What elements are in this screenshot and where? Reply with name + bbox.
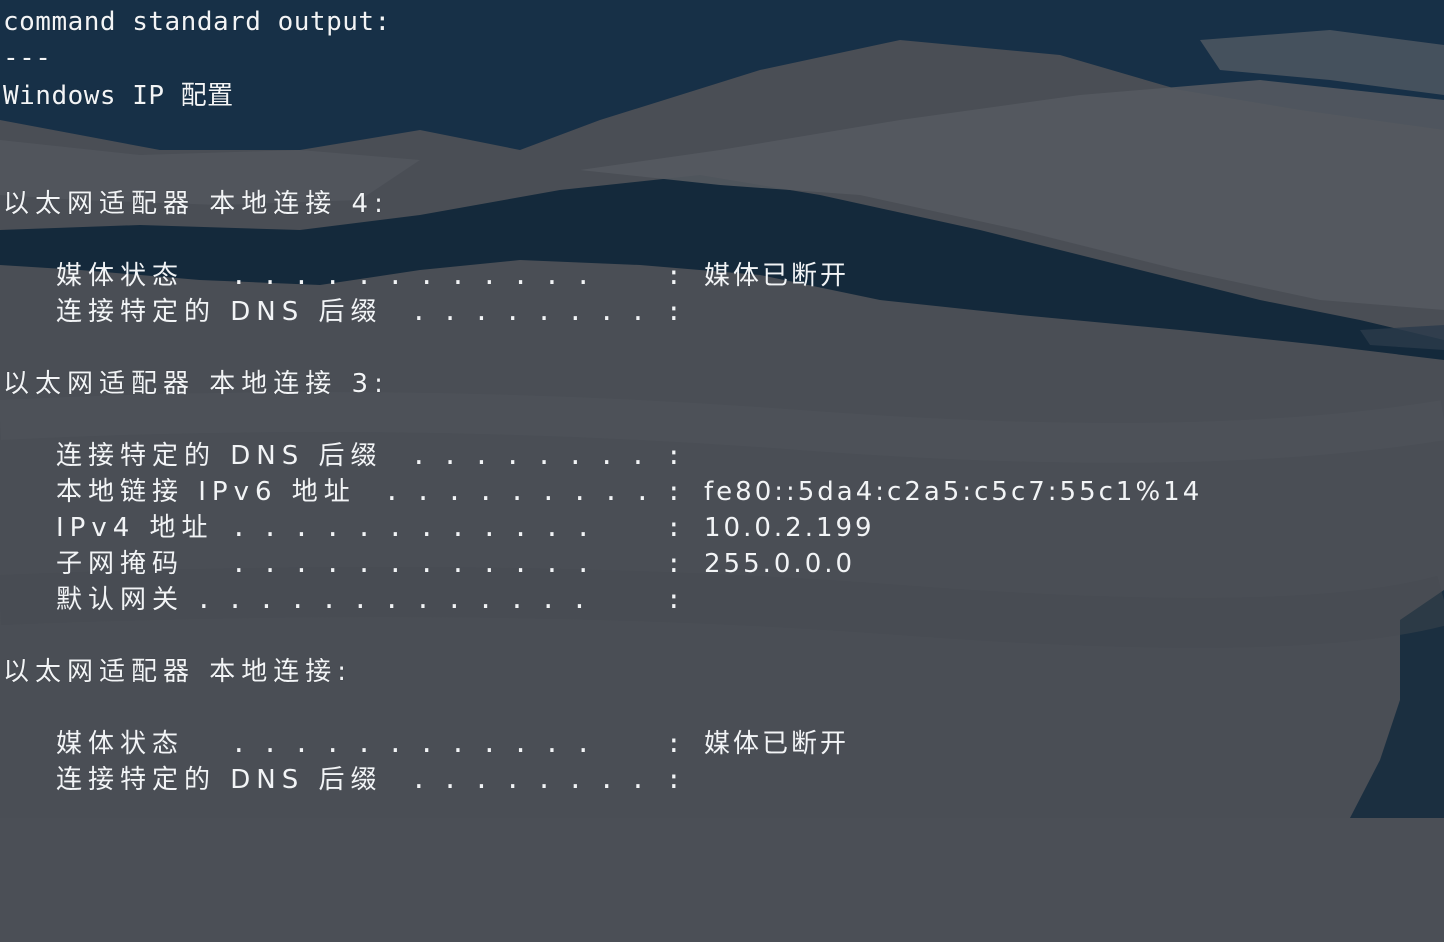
- adapter4-dns-suffix-row: 连接特定的 DNS 后缀 . . . . . . . . :: [56, 294, 682, 330]
- dot-leader: . . . . . . . .: [411, 441, 646, 471]
- dot-leader: . . . . . . . . .: [384, 477, 651, 507]
- colon-separator: :: [666, 477, 682, 507]
- dns-suffix-label: 连接特定的 DNS 后缀: [56, 765, 383, 795]
- dot-leader: . . . . . . . . . . . . .: [196, 585, 588, 615]
- dot-leader: . . . . . . . . . . . .: [231, 549, 592, 579]
- ipv6-label: 本地链接 IPv6 地址: [56, 477, 356, 507]
- adapter3-ipv6-row: 本地链接 IPv6 地址 . . . . . . . . . : fe80::5…: [56, 474, 1199, 510]
- colon-separator: :: [666, 441, 682, 471]
- adapter4-media-state-row: 媒体状态 . . . . . . . . . . . . : 媒体已断开: [56, 258, 846, 294]
- adapter1-media-state-row: 媒体状态 . . . . . . . . . . . . : 媒体已断开: [56, 726, 846, 762]
- ipv6-value: fe80::5da4:c2a5:c5c7:55c1%14: [704, 477, 1203, 507]
- dot-leader: . . . . . . . . . . . .: [231, 261, 592, 291]
- dot-leader: . . . . . . . . . . . .: [231, 513, 592, 543]
- colon-separator: :: [666, 297, 682, 327]
- subnet-mask-label: 子网掩码: [56, 549, 185, 579]
- dot-leader: . . . . . . . . . . . .: [231, 729, 592, 759]
- media-state-label: 媒体状态: [56, 261, 185, 291]
- subnet-mask-value: 255.0.0.0: [704, 549, 856, 579]
- adapter3-gateway-row: 默认网关 . . . . . . . . . . . . . :: [56, 582, 682, 618]
- dot-leader: . . . . . . . .: [411, 297, 646, 327]
- adapter-heading-4: 以太网适配器 本地连接 4:: [3, 189, 389, 219]
- adapter3-subnet-row: 子网掩码 . . . . . . . . . . . . : 255.0.0.0: [56, 546, 852, 582]
- adapter3-dns-suffix-row: 连接特定的 DNS 后缀 . . . . . . . . :: [56, 438, 682, 474]
- adapter-heading-3: 以太网适配器 本地连接 3:: [3, 369, 389, 399]
- media-state-value: 媒体已断开: [704, 261, 850, 291]
- dns-suffix-label: 连接特定的 DNS 后缀: [56, 441, 383, 471]
- media-state-value: 媒体已断开: [704, 729, 850, 759]
- output-header: command standard output:: [3, 7, 391, 37]
- colon-separator: :: [666, 261, 682, 291]
- command-output-window: command standard output: --- Windows IP …: [0, 0, 1444, 818]
- dot-leader: . . . . . . . .: [411, 765, 646, 795]
- colon-separator: :: [666, 765, 682, 795]
- colon-separator: :: [666, 729, 682, 759]
- adapter-heading-local: 以太网适配器 本地连接:: [3, 657, 353, 687]
- colon-separator: :: [666, 513, 682, 543]
- adapter1-dns-suffix-row: 连接特定的 DNS 后缀 . . . . . . . . :: [56, 762, 682, 798]
- default-gateway-label: 默认网关: [56, 585, 185, 615]
- adapter3-ipv4-row: IPv4 地址 . . . . . . . . . . . . : 10.0.2…: [56, 510, 872, 546]
- output-separator: ---: [3, 43, 52, 73]
- ip-config-title: Windows IP 配置: [3, 81, 234, 111]
- ipv4-label: IPv4 地址: [56, 513, 214, 543]
- ipv4-value: 10.0.2.199: [704, 513, 875, 543]
- colon-separator: :: [666, 549, 682, 579]
- media-state-label: 媒体状态: [56, 729, 185, 759]
- dns-suffix-label: 连接特定的 DNS 后缀: [56, 297, 383, 327]
- colon-separator: :: [666, 585, 682, 615]
